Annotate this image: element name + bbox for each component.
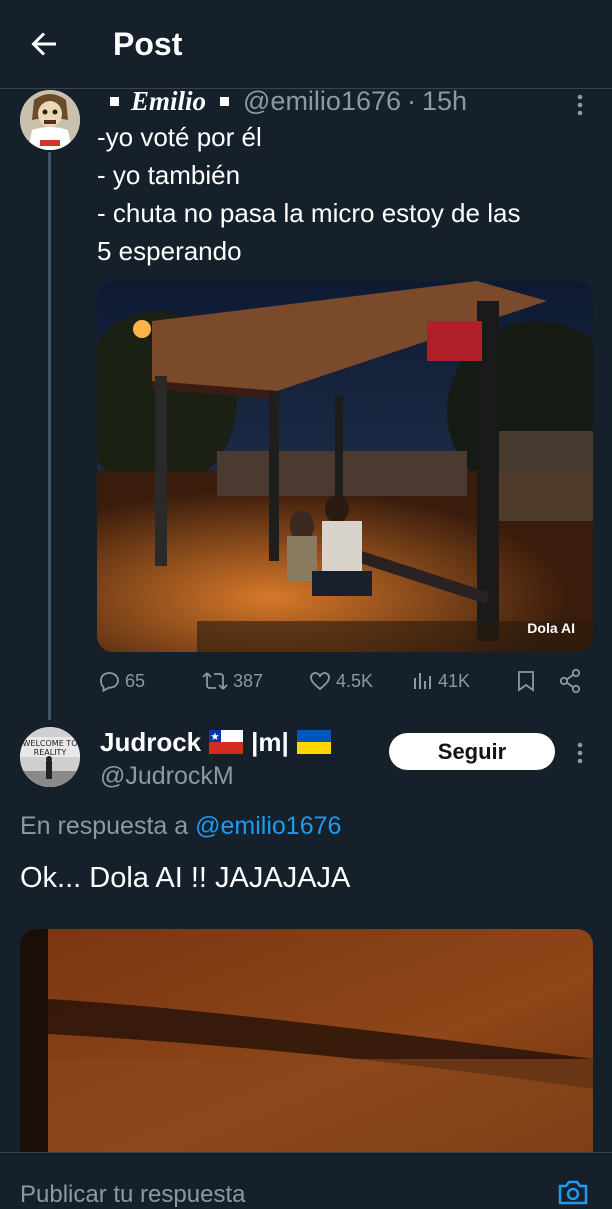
tweet-photo-bus-stop[interactable]: Dola AI — [97, 281, 593, 652]
repost-button[interactable]: 387 — [201, 666, 263, 696]
views-chart-icon — [414, 673, 431, 689]
avatar[interactable]: WELCOME TO REALITY — [20, 727, 80, 787]
reply-button[interactable]: 65 — [97, 666, 145, 696]
tweet-line: - chuta no pasa la micro estoy de las — [97, 198, 521, 228]
more-options-icon[interactable] — [572, 740, 588, 766]
author-handle[interactable]: @emilio1676 — [243, 86, 401, 117]
tweet-action-bar: 65 387 4.5K 41K — [97, 666, 597, 696]
blurry-closeup-image — [20, 929, 593, 1159]
camera-icon[interactable] — [556, 1177, 590, 1207]
name-decoration-square — [110, 96, 119, 106]
repost-icon — [202, 672, 228, 690]
chile-flag-icon — [209, 730, 244, 754]
name-suffix: |m| — [251, 726, 289, 757]
top-bar: Post — [0, 0, 612, 89]
repost-count: 387 — [233, 670, 264, 691]
ukraine-flag-icon — [296, 730, 331, 754]
tweet-line: -yo voté por él — [97, 122, 262, 152]
tweet-author-row: Emilio @emilio1676 · 15h — [108, 86, 467, 116]
tweet-line: 5 esperando — [97, 236, 242, 266]
more-options-icon[interactable] — [572, 92, 588, 118]
like-button[interactable]: 4.5K — [308, 666, 373, 696]
reply-context: En respuesta a @emilio1676 — [20, 812, 341, 841]
tweet-author-row: Judrock |m| — [100, 725, 331, 759]
bus-stop-night-scene — [97, 281, 593, 652]
tweet-text: -yo voté por él - yo también - chuta no … — [97, 118, 597, 270]
tweet-line: - yo también — [97, 160, 241, 190]
timestamp[interactable]: 15h — [422, 86, 467, 117]
watermark-label: Dola AI — [527, 620, 575, 636]
reply-composer-bar: Publicar tu respuesta — [0, 1152, 612, 1208]
reply-to-mention-link[interactable]: @emilio1676 — [195, 812, 341, 840]
author-display-name[interactable]: Judrock — [100, 727, 201, 758]
reply-icon — [100, 672, 119, 693]
share-icon[interactable] — [558, 668, 582, 694]
reply-input[interactable]: Publicar tu respuesta — [20, 1181, 245, 1209]
thread-connector-line — [48, 152, 51, 720]
avatar[interactable] — [20, 90, 80, 150]
author-handle[interactable]: @JudrockM — [100, 762, 234, 791]
follow-button[interactable]: Seguir — [389, 733, 555, 770]
reply-count: 65 — [125, 670, 146, 691]
heart-icon — [310, 672, 330, 691]
tweet-text: Ok... Dola AI !! JAJAJAJA — [20, 862, 351, 894]
view-count: 41K — [438, 670, 471, 691]
separator: · — [407, 85, 417, 116]
page-title: Post — [113, 26, 183, 62]
tweet-photo-closeup[interactable] — [20, 929, 593, 1159]
reply-to-prefix: En respuesta a — [20, 812, 189, 840]
views-button[interactable]: 41K — [410, 666, 470, 696]
zombie-avatar-image — [20, 90, 80, 150]
author-display-name[interactable]: Emilio — [131, 86, 206, 117]
back-arrow-icon[interactable] — [26, 26, 62, 62]
name-decoration-square — [220, 96, 230, 106]
like-count: 4.5K — [336, 670, 374, 691]
svg-text:WELCOME TO: WELCOME TO — [23, 739, 78, 748]
svg-text:REALITY: REALITY — [34, 748, 67, 757]
welcome-to-reality-avatar-image: WELCOME TO REALITY — [20, 727, 80, 787]
bookmark-icon[interactable] — [515, 669, 537, 693]
